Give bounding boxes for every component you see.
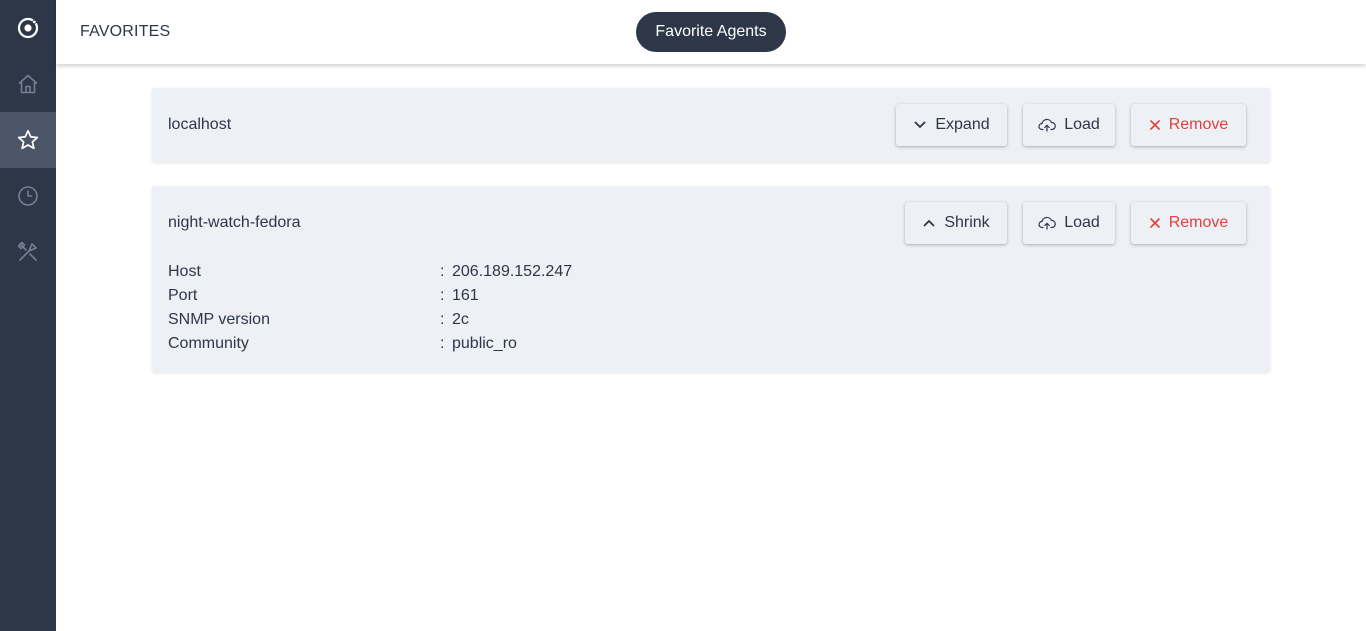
agent-name: localhost — [168, 116, 232, 133]
close-icon — [1149, 119, 1161, 131]
remove-label: Remove — [1168, 214, 1229, 231]
header: FAVORITES Favorite Agents — [56, 0, 1366, 64]
detail-separator: : — [440, 263, 445, 280]
detail-separator: : — [440, 311, 445, 328]
detail-row-host: Host : 206.189.152.247 — [168, 260, 572, 284]
sidebar-item-history[interactable] — [0, 168, 56, 224]
detail-row-snmp-version: SNMP version : 2c — [168, 308, 469, 332]
sidebar-item-favorites[interactable] — [0, 112, 56, 168]
detail-value: 2c — [452, 311, 469, 328]
detail-key: Port — [168, 287, 198, 304]
detail-key: Community — [168, 335, 249, 352]
sidebar-item-home[interactable] — [0, 56, 56, 112]
remove-label: Remove — [1168, 116, 1229, 133]
sidebar — [0, 0, 56, 631]
sidebar-item-tools[interactable] — [0, 224, 56, 280]
load-button[interactable]: Load — [1023, 202, 1115, 244]
close-icon — [1149, 217, 1161, 229]
favorite-agents-pill[interactable]: Favorite Agents — [636, 12, 786, 52]
shrink-label: Shrink — [944, 214, 990, 231]
agent-name: night-watch-fedora — [168, 214, 301, 231]
detail-row-port: Port : 161 — [168, 284, 479, 308]
detail-value: public_ro — [452, 335, 517, 352]
cloud-upload-icon — [1038, 118, 1057, 132]
load-label: Load — [1064, 116, 1100, 133]
star-icon — [17, 129, 39, 150]
load-label: Load — [1064, 214, 1100, 231]
load-button[interactable]: Load — [1023, 104, 1115, 146]
detail-key: SNMP version — [168, 311, 270, 328]
cloud-upload-icon — [1038, 216, 1057, 230]
chevron-down-icon — [913, 118, 927, 132]
detail-row-community: Community : public_ro — [168, 332, 517, 356]
shrink-button[interactable]: Shrink — [905, 202, 1007, 244]
chevron-up-icon — [922, 216, 936, 230]
remove-button[interactable]: Remove — [1131, 104, 1246, 146]
expand-label: Expand — [935, 116, 990, 133]
detail-value: 161 — [452, 287, 479, 304]
tools-icon — [17, 241, 37, 261]
clock-icon — [18, 186, 38, 206]
detail-key: Host — [168, 263, 201, 280]
home-icon — [18, 74, 38, 94]
agent-card-localhost: localhost Expand Load Remove — [152, 88, 1270, 162]
detail-separator: : — [440, 287, 445, 304]
detail-separator: : — [440, 335, 445, 352]
detail-value: 206.189.152.247 — [452, 263, 573, 280]
app-logo-icon[interactable] — [0, 0, 56, 56]
agent-card-night-watch-fedora: night-watch-fedora Shrink Load Remove Ho… — [152, 186, 1270, 372]
remove-button[interactable]: Remove — [1131, 202, 1246, 244]
page-title: FAVORITES — [80, 23, 171, 40]
expand-button[interactable]: Expand — [896, 104, 1007, 146]
